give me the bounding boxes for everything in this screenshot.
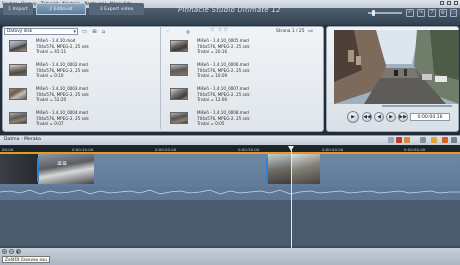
video-frame	[334, 30, 459, 104]
window-controls	[440, 1, 458, 5]
clip-name: Míšeň - 1.4.10_0007.mod	[197, 86, 249, 91]
clip-duration: Trvání = 10:09	[197, 73, 228, 79]
tab-edit[interactable]: 2 Editovat	[36, 3, 86, 15]
app-window: Soubor Úpravy Zobrazit Nástroje Nastaven…	[0, 0, 460, 265]
maximize-icon[interactable]	[447, 1, 451, 5]
clip-thumbnail[interactable]	[268, 154, 292, 184]
scissors-icon[interactable]	[388, 137, 394, 143]
close-icon[interactable]	[454, 1, 458, 5]
settings-icon[interactable]: ⚙	[439, 9, 447, 17]
clip-thumbnail	[9, 40, 27, 52]
library-clip[interactable]: Míšeň - 1.4.10_0002.mod 704x576, MPEG-2, …	[9, 62, 159, 83]
clip-thumbnail[interactable]	[38, 154, 94, 184]
audio-waveform[interactable]	[0, 187, 460, 197]
ruler-label: 0:00:30.00	[238, 146, 260, 152]
clip-duration: Trvání = 0:05	[197, 121, 225, 127]
clip-duration: Trvání = 45:11	[36, 49, 67, 55]
undo-icon[interactable]: ↶	[406, 9, 414, 17]
clip-thumbnail[interactable]	[292, 154, 320, 184]
rewind-button[interactable]: ◀◀	[362, 112, 372, 122]
clip-thumbnail[interactable]	[0, 154, 38, 184]
minimize-icon[interactable]	[440, 1, 444, 5]
filter-flag-icon[interactable]: ⚐	[166, 29, 170, 34]
clip-duration: Trvání = 0:10	[36, 73, 64, 79]
zoom-out-icon[interactable]: −	[9, 249, 14, 254]
marker-icon[interactable]	[404, 137, 410, 143]
timecode-field[interactable]: 0:00:04.16	[410, 113, 450, 121]
tab-export[interactable]: 3 Export videa	[89, 3, 144, 15]
tooltip: Zvětšit časovou osu	[2, 256, 50, 263]
next-page-icon[interactable]: ⇨	[308, 27, 314, 35]
clip-name: Míšeň - 1.4.10_0005.mod	[197, 38, 249, 43]
waveform-graphic	[0, 187, 460, 197]
fast-forward-button[interactable]: ▶▶	[398, 112, 408, 122]
step-forward-button[interactable]: ▶	[386, 112, 396, 122]
library-clip[interactable]: Míšeň - 1.4.10_0006.mod 704x576, MPEG-2, …	[170, 62, 320, 83]
video-preview[interactable]	[334, 30, 459, 104]
help-icon[interactable]: ?	[428, 9, 436, 17]
folder-open-icon[interactable]: ▭	[81, 28, 88, 35]
clip-thumbnail	[170, 64, 188, 76]
timeline-settings-icon[interactable]	[451, 137, 457, 143]
new-folder-icon[interactable]: ⊞	[91, 28, 98, 35]
play-button[interactable]: ▶	[347, 111, 359, 123]
product-title: Pinnacle Studio Ultimate 12	[178, 6, 281, 14]
clip-duration: Trvání = 20:16	[197, 49, 228, 55]
effects-icon[interactable]	[431, 137, 437, 143]
clip-name: Míšeň - 1.4.10_0006.mod	[197, 62, 249, 67]
clip-name: Míšeň - 1.4.10_0008.mod	[197, 110, 249, 115]
clip-thumbnail	[9, 112, 27, 124]
titles-icon[interactable]	[442, 137, 448, 143]
transport-controls: ▶ ◀◀ ◀ ▶ ▶▶ 0:00:04.16	[334, 109, 459, 126]
timeline-title: Datma - Meraka	[4, 137, 41, 142]
library-clip[interactable]: Míšeň - 1.4.10_0005.mod 704x576, MPEG-2, …	[170, 38, 320, 59]
zoom-fit-icon[interactable]: ◐	[16, 249, 21, 254]
filter-scene-icon[interactable]: ▦	[186, 29, 190, 34]
master-volume-slider[interactable]	[368, 10, 402, 16]
clip-name: Míšeň - 1.4.10_0004.mod	[36, 110, 88, 115]
audio-mixer-icon[interactable]	[420, 137, 426, 143]
clip-duration: Trvání = 12:00	[197, 97, 228, 103]
library-clip[interactable]: Míšeň - 1.4.10.mod 704x576, MPEG-2, 25 sn…	[9, 38, 159, 59]
transition-marker[interactable]	[266, 158, 268, 182]
rating-stars-icon[interactable]: ☆ ☆☆	[210, 27, 229, 33]
ruler-label: 0:00:50.00	[404, 146, 426, 152]
ruler-label: 0:00:40.00	[322, 146, 344, 152]
ruler-label: 0:00:10.00	[72, 146, 94, 152]
transition-marker[interactable]	[37, 158, 39, 182]
tab-import[interactable]: 1 Import	[3, 3, 33, 15]
page-info: Strana 1 / 25	[276, 29, 305, 34]
playhead-line[interactable]	[291, 146, 292, 248]
library-divider	[160, 26, 161, 129]
library-clip[interactable]: Míšeň - 1.4.10_0007.mod 704x576, MPEG-2, …	[170, 86, 320, 107]
clip-duration: Trvání = 0:07	[36, 121, 64, 127]
clip-thumbnail	[9, 64, 27, 76]
zoom-tools: + − ◐	[2, 249, 21, 254]
library-clip[interactable]: Míšeň - 1.4.10_0003.mod 704x576, MPEG-2, …	[9, 86, 159, 107]
library-clip[interactable]: Míšeň - 1.4.10_0008.mod 704x576, MPEG-2, …	[170, 110, 320, 131]
clip-name: Míšeň - 1.4.10_0002.mod	[36, 62, 88, 67]
library-clip[interactable]: Míšeň - 1.4.10_0004.mod 704x576, MPEG-2, …	[9, 110, 159, 131]
preview-position-slider[interactable]	[382, 105, 452, 107]
tag-icon[interactable]: ⌂	[100, 28, 107, 35]
delete-icon[interactable]	[396, 137, 402, 143]
zoom-in-icon[interactable]: +	[2, 249, 7, 254]
ruler-label: 0:00:20.00	[155, 146, 177, 152]
clip-thumbnail	[9, 88, 27, 100]
redo-icon[interactable]: ↷	[417, 9, 425, 17]
folder-dropdown[interactable]: Datový disk	[4, 28, 78, 35]
clip-thumbnail	[170, 40, 188, 52]
clip-duration: Trvání = 52:20	[36, 97, 67, 103]
clip-thumbnail-sign: ≡≡	[57, 160, 68, 167]
status-bar	[0, 248, 460, 265]
clip-thumbnail	[170, 88, 188, 100]
empty-track-area[interactable]	[0, 200, 460, 246]
ruler-label: 00:00	[2, 146, 14, 152]
fullscreen-icon[interactable]: ▭	[450, 9, 457, 17]
clip-thumbnail	[170, 112, 188, 124]
step-back-button[interactable]: ◀	[374, 112, 384, 122]
clip-name: Míšeň - 1.4.10_0003.mod	[36, 86, 88, 91]
